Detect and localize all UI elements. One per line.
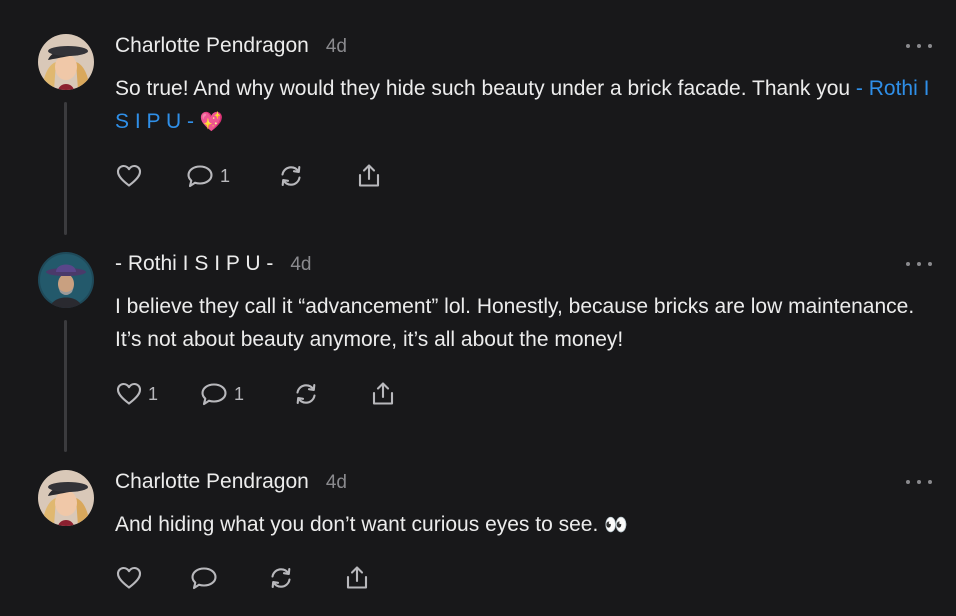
speech-bubble-icon — [199, 380, 229, 408]
speech-bubble-icon — [189, 564, 219, 592]
like-button[interactable] — [115, 161, 143, 191]
share-button[interactable] — [343, 563, 371, 593]
avatar[interactable] — [38, 470, 94, 526]
heart-icon — [115, 380, 143, 408]
comment-text: So true! And why would they hide such be… — [115, 77, 930, 133]
timestamp: 4d — [290, 254, 312, 275]
share-upload-icon — [355, 162, 383, 190]
timestamp: 4d — [325, 36, 347, 57]
heart-emoji: 💖 — [199, 112, 224, 133]
avatar[interactable] — [38, 34, 94, 90]
author-name[interactable]: Charlotte Pendragon — [115, 34, 309, 58]
eyes-emoji: 👀 — [604, 515, 628, 536]
share-button[interactable] — [355, 161, 383, 191]
comment-text: And hiding what you don’t want curious e… — [115, 513, 628, 536]
more-dots-icon[interactable] — [906, 42, 932, 50]
heart-icon — [115, 564, 143, 592]
comment-text: I believe they call it “advancement” lol… — [115, 295, 915, 351]
speech-bubble-icon — [185, 162, 215, 190]
restack-arrows-icon — [267, 564, 295, 592]
reply-button[interactable]: 1 — [185, 161, 230, 191]
restack-arrows-icon — [277, 162, 305, 190]
share-button[interactable] — [369, 379, 397, 409]
thread-line — [64, 102, 67, 235]
restack-button[interactable] — [277, 161, 305, 191]
reply-button[interactable]: 1 — [199, 379, 244, 409]
like-count: 1 — [148, 383, 159, 404]
avatar[interactable] — [38, 252, 94, 308]
restack-button[interactable] — [267, 563, 295, 593]
heart-icon — [115, 162, 143, 190]
like-button[interactable]: 1 — [115, 379, 158, 409]
like-button[interactable] — [115, 563, 143, 593]
timestamp: 4d — [325, 472, 347, 493]
thread-line — [64, 320, 67, 452]
restack-arrows-icon — [292, 380, 320, 408]
share-upload-icon — [343, 564, 371, 592]
share-upload-icon — [369, 380, 397, 408]
reply-button[interactable] — [189, 563, 219, 593]
author-name[interactable]: - Rothi I S I P U - — [115, 252, 273, 276]
reply-count: 1 — [234, 383, 245, 404]
author-name[interactable]: Charlotte Pendragon — [115, 470, 309, 494]
more-dots-icon[interactable] — [906, 260, 932, 268]
restack-button[interactable] — [292, 379, 320, 409]
more-dots-icon[interactable] — [906, 478, 932, 486]
reply-count: 1 — [220, 165, 231, 186]
